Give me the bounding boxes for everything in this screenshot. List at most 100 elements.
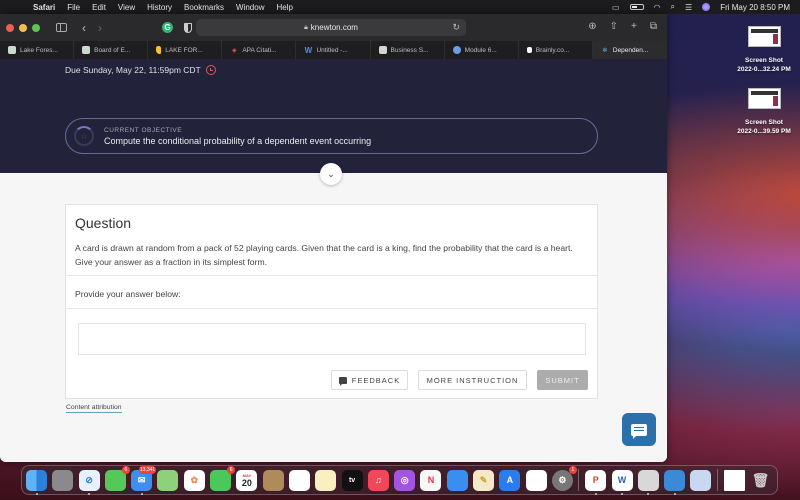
question-card: Question A card is drawn at random from …: [65, 204, 598, 399]
tab-lake-forest[interactable]: Lake Fores...: [0, 41, 75, 59]
facetime-icon[interactable]: 6: [210, 465, 236, 491]
menu-clock[interactable]: Fri May 20 8:50 PM: [720, 3, 790, 12]
reload-icon[interactable]: ↻: [452, 22, 460, 33]
system-preferences-icon[interactable]: ⚙ 1: [551, 465, 577, 491]
menu-window[interactable]: Window: [236, 3, 264, 12]
word-icon[interactable]: W: [611, 469, 633, 495]
forward-arrow-icon[interactable]: ›: [98, 21, 102, 35]
finder-icon[interactable]: [26, 469, 47, 495]
objective-progress-ring: ☆: [74, 126, 94, 146]
dock: ⊘ 6 ✉ 13,341 ✿ 6 MAY 20 tv ♫ ◎ N ✎ A ⚙ 1 P…: [21, 465, 778, 495]
reminders-icon[interactable]: [288, 469, 310, 491]
pages-icon[interactable]: ✎: [473, 469, 495, 491]
news-icon[interactable]: N: [420, 469, 442, 491]
browser-toolbar: ‹ › G 🔒︎ knewton.com ↻ ⊕ ⇧ + ⧉: [0, 14, 667, 41]
notes-icon[interactable]: [315, 469, 337, 491]
contacts-icon[interactable]: [262, 469, 284, 491]
tab-lake-for[interactable]: LAKE FOR...: [148, 41, 223, 59]
tab-label: Module 6...: [464, 46, 497, 54]
more-instruction-button[interactable]: MORE INSTRUCTION: [418, 370, 527, 390]
wifi-icon[interactable]: ◠: [654, 3, 661, 12]
assignment-header: Due Sunday, May 22, 11:59pm CDT ☆ CURREN…: [0, 59, 667, 185]
keynote-icon[interactable]: [446, 469, 468, 491]
menu-bookmarks[interactable]: Bookmarks: [184, 3, 224, 12]
privacy-shield-icon[interactable]: [184, 22, 192, 33]
expand-header-button[interactable]: ⌄: [320, 163, 342, 185]
tab-overview-icon[interactable]: ⧉: [650, 21, 657, 32]
zoom-window-button[interactable]: [32, 23, 40, 32]
spotlight-search-icon[interactable]: ⌕: [671, 2, 675, 12]
word-w-icon: W: [304, 45, 313, 55]
answer-prompt: Provide your answer below:: [75, 289, 181, 299]
desktop-file-screenshot-1[interactable]: Screen Shot 2022-0...32.24 PM: [729, 26, 799, 74]
downloads-icon[interactable]: ⊕: [588, 21, 596, 32]
camera-status-icon[interactable]: ▭: [612, 3, 620, 12]
tab-label: APA Citati...: [242, 46, 277, 54]
desktop-file-label: Screen Shot 2022-0...39.59 PM: [737, 119, 791, 135]
photos-icon[interactable]: ✿: [183, 469, 205, 491]
menu-view[interactable]: View: [118, 3, 135, 12]
menu-edit[interactable]: Edit: [92, 3, 106, 12]
numbers-icon[interactable]: [525, 469, 547, 491]
tab-untitled[interactable]: W Untitled -...: [296, 41, 371, 59]
grammarly-extension-icon[interactable]: G: [162, 22, 173, 33]
desktop-file-screenshot-2[interactable]: Screen Shot 2022-0...39.59 PM: [729, 88, 799, 136]
safari-icon[interactable]: ⊘: [78, 469, 100, 495]
close-window-button[interactable]: [6, 23, 14, 32]
divider: [66, 308, 597, 309]
control-center-icon[interactable]: ☰: [685, 3, 692, 12]
submit-button[interactable]: SUBMIT: [537, 370, 588, 390]
tab-apa-citation[interactable]: ◈ APA Citati...: [222, 41, 297, 59]
url-text: knewton.com: [310, 23, 358, 32]
back-arrow-icon[interactable]: ‹: [82, 21, 86, 35]
content-attribution-link[interactable]: Content attribution: [66, 404, 122, 413]
tab-label: Untitled -...: [316, 46, 348, 54]
tab-board-of-education[interactable]: Board of E...: [74, 41, 149, 59]
tab-business[interactable]: Business S...: [371, 41, 445, 59]
knewton-gear-icon: ✲: [602, 47, 608, 54]
printer-icon[interactable]: [637, 469, 659, 495]
apple-tv-icon[interactable]: tv: [341, 469, 363, 491]
menu-help[interactable]: Help: [276, 3, 292, 12]
address-bar[interactable]: 🔒︎ knewton.com ↻: [196, 19, 466, 36]
question-area: Question A card is drawn at random from …: [0, 173, 667, 462]
due-date: Due Sunday, May 22, 11:59pm CDT: [65, 65, 216, 75]
trash-icon[interactable]: 🗑︎: [750, 470, 771, 491]
brainly-icon: [526, 47, 532, 53]
chat-help-button[interactable]: [622, 413, 656, 446]
tab-module-6[interactable]: Module 6...: [445, 41, 519, 59]
preview-icon[interactable]: [664, 469, 686, 495]
launchpad-icon[interactable]: [52, 469, 74, 491]
powerpoint-icon[interactable]: P: [585, 469, 607, 495]
share-icon[interactable]: ⇧: [610, 21, 618, 32]
podcasts-icon[interactable]: ◎: [394, 469, 416, 491]
dock-separator: [578, 469, 580, 491]
battery-icon[interactable]: [629, 4, 644, 10]
messages-icon[interactable]: 6: [104, 465, 130, 491]
answer-input[interactable]: [78, 323, 586, 355]
menu-file[interactable]: File: [67, 3, 80, 12]
calendar-icon[interactable]: MAY 20: [236, 469, 258, 491]
tab-dependent-active[interactable]: ✲ Dependen...: [592, 41, 667, 59]
tab-brainly[interactable]: Brainly.co...: [519, 41, 593, 59]
feedback-button[interactable]: FEEDBACK: [331, 370, 408, 390]
objective-label: CURRENT OBJECTIVE: [104, 126, 183, 134]
menu-app-name[interactable]: Safari: [33, 3, 55, 12]
image-capture-icon[interactable]: [690, 469, 712, 491]
mail-icon[interactable]: ✉ 13,341: [131, 465, 157, 495]
minimize-window-button[interactable]: [19, 23, 27, 32]
app-store-icon[interactable]: A: [499, 469, 521, 491]
new-tab-icon[interactable]: +: [631, 21, 637, 32]
lock-icon: 🔒︎: [304, 23, 308, 31]
tab-label: Dependen...: [612, 46, 649, 54]
sidebar-toggle-icon[interactable]: [56, 23, 67, 32]
document-stack-icon[interactable]: [723, 469, 745, 491]
music-icon[interactable]: ♫: [367, 469, 389, 491]
siri-icon[interactable]: [702, 3, 711, 11]
apa-logo-icon: ◈: [232, 47, 237, 54]
menu-history[interactable]: History: [147, 3, 172, 12]
maps-icon[interactable]: [157, 469, 179, 491]
question-heading: Question: [75, 215, 132, 231]
tree-logo-icon: [8, 46, 16, 54]
star-icon: ☆: [80, 131, 88, 141]
